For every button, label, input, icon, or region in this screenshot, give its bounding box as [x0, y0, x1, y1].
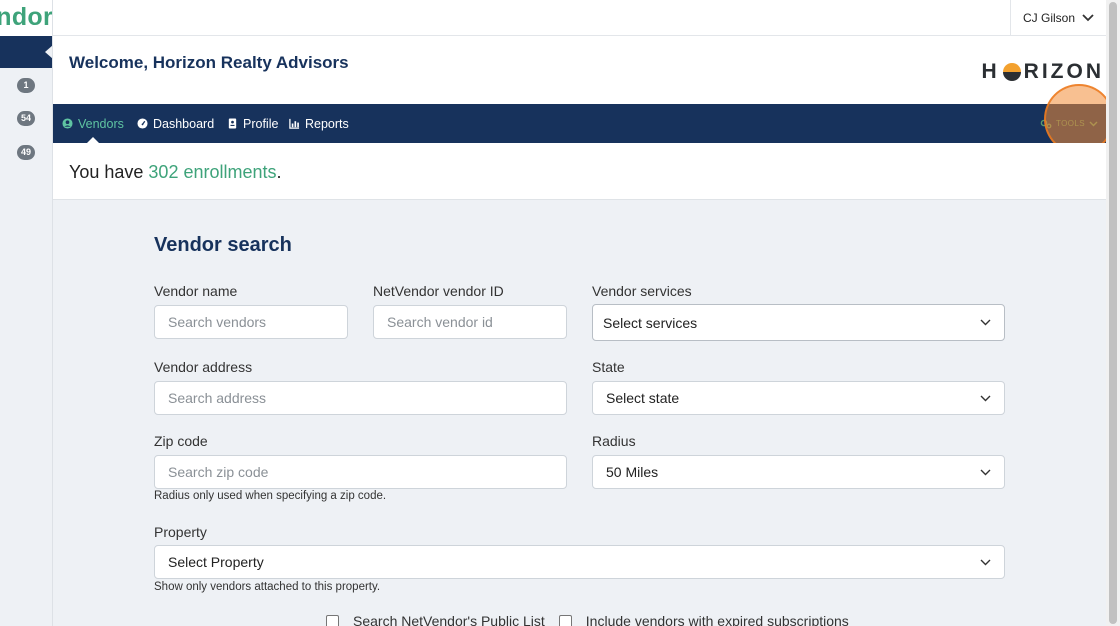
- sidebar-badge-1[interactable]: 1: [17, 78, 35, 93]
- logo-text-left: H: [981, 60, 1000, 83]
- gauge-icon: [137, 118, 148, 129]
- sun-icon: [1002, 63, 1021, 81]
- nav-profile[interactable]: Profile: [227, 104, 278, 143]
- sidebar-badge-2[interactable]: 54: [16, 111, 36, 126]
- gear-icon: [1040, 119, 1052, 128]
- chevron-down-icon: [980, 559, 991, 565]
- enrollments-suffix: .: [276, 162, 282, 182]
- zip-code-help: Radius only used when specifying a zip c…: [154, 490, 387, 502]
- id-card-icon: [228, 118, 237, 129]
- main-nav: Vendors Dashboard Profile Reports TOOLS: [53, 104, 1106, 143]
- vendor-name-label: Vendor name: [154, 283, 238, 299]
- scrollbar-thumb[interactable]: [1109, 2, 1117, 624]
- radius-select[interactable]: 50 Miles: [592, 455, 1005, 489]
- sidebar-item-active[interactable]: [0, 36, 52, 68]
- enrollments-banner: You have 302 enrollments.: [53, 143, 1106, 200]
- zip-code-input[interactable]: [154, 455, 567, 489]
- vendor-id-label: NetVendor vendor ID: [373, 283, 504, 299]
- chart-icon: [289, 118, 300, 129]
- user-menu[interactable]: CJ Gilson: [1010, 0, 1106, 36]
- zip-code-label: Zip code: [154, 433, 208, 449]
- user-circle-icon: [62, 118, 73, 129]
- vendor-services-select[interactable]: Select services: [592, 304, 1005, 341]
- vendor-id-input[interactable]: [373, 305, 567, 339]
- vendor-search-panel: Vendor search Vendor name NetVendor vend…: [53, 200, 1106, 626]
- tools-label: TOOLS: [1056, 119, 1085, 128]
- page-scrollbar[interactable]: [1106, 0, 1120, 626]
- brand-logo[interactable]: ndor: [0, 0, 53, 36]
- nav-profile-label: Profile: [243, 116, 279, 131]
- chevron-down-icon: [980, 469, 991, 475]
- brand-text: ndor: [0, 3, 53, 31]
- public-list-label: Search NetVendor's Public List: [353, 613, 545, 626]
- nav-vendors-label: Vendors: [78, 116, 124, 131]
- state-select[interactable]: Select state: [592, 381, 1005, 415]
- search-options: Search NetVendor's Public List Include v…: [326, 613, 849, 626]
- chevron-down-icon: [980, 319, 991, 326]
- nav-reports[interactable]: Reports: [289, 104, 349, 143]
- tools-menu[interactable]: TOOLS: [1040, 104, 1098, 143]
- enrollments-link[interactable]: 302 enrollments: [148, 162, 276, 182]
- sidebar-badge-3[interactable]: 49: [16, 145, 36, 160]
- chevron-down-icon: [1082, 14, 1094, 22]
- nav-vendors[interactable]: Vendors: [62, 104, 124, 143]
- property-value: Select Property: [168, 554, 264, 570]
- vendor-address-label: Vendor address: [154, 359, 253, 375]
- left-sidebar: ndor 1 54 49: [0, 0, 53, 626]
- vendor-services-label: Vendor services: [592, 283, 692, 299]
- nav-reports-label: Reports: [305, 116, 349, 131]
- nav-dashboard-label: Dashboard: [153, 116, 215, 131]
- welcome-title: Welcome, Horizon Realty Advisors: [69, 53, 349, 72]
- property-label: Property: [154, 524, 207, 540]
- horizon-logo: H RIZON: [982, 60, 1105, 84]
- nav-dashboard[interactable]: Dashboard: [137, 104, 214, 143]
- logo-text-right: RIZON: [1023, 60, 1104, 83]
- top-bar: CJ Gilson: [53, 0, 1106, 36]
- expired-checkbox[interactable]: [558, 614, 572, 626]
- vendor-address-input[interactable]: [154, 381, 567, 415]
- vendor-services-value: Select services: [603, 314, 698, 331]
- enrollments-text: You have 302 enrollments.: [69, 162, 282, 183]
- expired-label: Include vendors with expired subscriptio…: [585, 613, 849, 626]
- radius-value: 50 Miles: [606, 464, 659, 480]
- radius-label: Radius: [592, 433, 636, 449]
- state-label: State: [592, 359, 625, 375]
- public-list-checkbox[interactable]: [326, 614, 339, 626]
- chevron-down-icon: [1089, 121, 1098, 126]
- property-select[interactable]: Select Property: [154, 545, 1005, 579]
- vendor-name-input[interactable]: [154, 305, 348, 339]
- property-help: Show only vendors attached to this prope…: [154, 581, 381, 593]
- enrollments-prefix: You have: [69, 162, 149, 182]
- welcome-header: Welcome, Horizon Realty Advisors H RIZON: [53, 36, 1106, 104]
- search-title: Vendor search: [154, 234, 292, 256]
- state-value: Select state: [606, 390, 680, 406]
- user-name: CJ Gilson: [1022, 11, 1075, 25]
- chevron-down-icon: [980, 395, 991, 401]
